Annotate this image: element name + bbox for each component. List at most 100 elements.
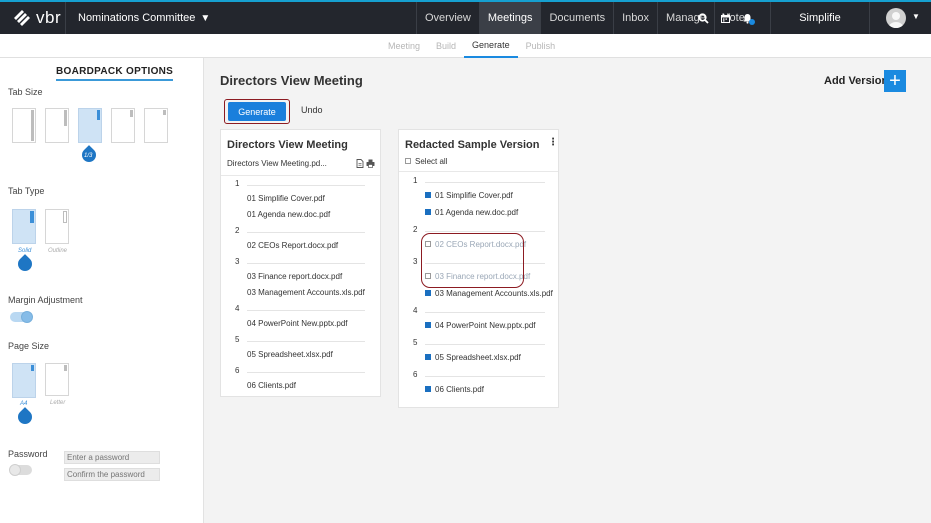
password-toggle[interactable] bbox=[9, 464, 32, 476]
page-size-a4-caption: A4 bbox=[20, 401, 28, 407]
password-label: Password bbox=[8, 449, 48, 459]
section-line bbox=[425, 182, 545, 183]
section-number: 5 bbox=[413, 338, 418, 347]
tab-size-fifth[interactable] bbox=[144, 108, 168, 143]
generate-button[interactable]: Generate bbox=[228, 102, 286, 121]
section-line bbox=[247, 232, 365, 233]
select-all-checkbox[interactable]: Select all bbox=[405, 157, 447, 166]
document-icon[interactable] bbox=[356, 159, 364, 170]
tab-publish[interactable]: Publish bbox=[518, 34, 564, 58]
card-title: Redacted Sample Version bbox=[405, 139, 540, 151]
section-line bbox=[425, 376, 545, 377]
tab-build[interactable]: Build bbox=[428, 34, 464, 58]
checkbox-icon bbox=[405, 157, 411, 164]
document-row[interactable]: 05 Spreadsheet.xlsx.pdf bbox=[425, 353, 521, 362]
document-row[interactable]: 03 Management Accounts.xls.pdf bbox=[425, 289, 553, 298]
section-line bbox=[247, 263, 365, 264]
checked-checkbox-icon[interactable] bbox=[425, 289, 431, 296]
checked-checkbox-icon[interactable] bbox=[425, 321, 431, 328]
add-version-label[interactable]: Add Version bbox=[824, 75, 888, 87]
document-name: 04 PowerPoint New.pptx.pdf bbox=[435, 321, 536, 330]
section-number: 3 bbox=[413, 257, 418, 266]
page-title: Directors View Meeting bbox=[220, 73, 363, 88]
section-number: 1 bbox=[235, 179, 240, 188]
chevron-down-icon: ▼ bbox=[200, 12, 211, 24]
tab-type-outline-caption: Outline bbox=[48, 248, 68, 254]
caret-down-icon[interactable]: ▼ bbox=[912, 12, 920, 21]
margin-label: Margin Adjustment bbox=[8, 295, 83, 305]
document-row[interactable]: 02 CEOs Report.docx.pdf bbox=[247, 241, 338, 250]
document-row[interactable]: 04 PowerPoint New.pptx.pdf bbox=[247, 319, 348, 328]
notification-dot bbox=[749, 19, 755, 25]
card-title: Directors View Meeting bbox=[227, 139, 348, 151]
document-row[interactable]: 04 PowerPoint New.pptx.pdf bbox=[425, 321, 536, 330]
section-number: 4 bbox=[413, 306, 418, 315]
card-divider bbox=[399, 171, 558, 172]
tab-size-third[interactable] bbox=[78, 108, 102, 143]
document-row[interactable]: 01 Simplifie Cover.pdf bbox=[247, 194, 325, 203]
section-number: 4 bbox=[235, 304, 240, 313]
tab-meeting[interactable]: Meeting bbox=[380, 34, 428, 58]
nav-documents[interactable]: Documents bbox=[540, 2, 613, 34]
password-input[interactable] bbox=[64, 451, 160, 464]
bell-icon[interactable] bbox=[736, 2, 758, 34]
document-row[interactable]: 01 Agenda new.doc.pdf bbox=[247, 210, 330, 219]
section-line bbox=[247, 185, 365, 186]
print-icon[interactable] bbox=[366, 159, 375, 170]
file-name[interactable]: Directors View Meeting.pd... bbox=[227, 159, 327, 168]
meeting-subnav: Meeting Build Generate Publish bbox=[0, 34, 931, 58]
user-name[interactable]: Simplifie bbox=[770, 2, 870, 34]
document-name: 01 Simplifie Cover.pdf bbox=[435, 191, 513, 200]
add-version-button[interactable]: + bbox=[884, 70, 906, 92]
document-name: 05 Spreadsheet.xlsx.pdf bbox=[435, 353, 521, 362]
section-number: 6 bbox=[413, 370, 418, 379]
tab-type-solid[interactable] bbox=[12, 209, 36, 244]
checked-checkbox-icon[interactable] bbox=[425, 385, 431, 392]
vbr-logo[interactable]: vbr bbox=[0, 2, 65, 34]
more-options-icon[interactable]: ⋮ bbox=[548, 138, 558, 148]
document-row[interactable]: 03 Management Accounts.xls.pdf bbox=[247, 288, 365, 297]
document-row[interactable]: 03 Finance report.docx.pdf bbox=[247, 272, 342, 281]
checked-checkbox-icon[interactable] bbox=[425, 208, 431, 215]
original-version-card: Directors View Meeting Directors View Me… bbox=[220, 129, 381, 397]
document-row[interactable]: 01 Simplifie Cover.pdf bbox=[425, 191, 513, 200]
page-size-indicator-icon bbox=[15, 407, 35, 427]
tab-size-label: Tab Size bbox=[8, 87, 43, 97]
avatar[interactable] bbox=[886, 8, 906, 28]
search-icon[interactable] bbox=[692, 2, 714, 34]
logo-text: vbr bbox=[36, 8, 62, 27]
tab-type-outline[interactable] bbox=[45, 209, 69, 244]
nav-inbox[interactable]: Inbox bbox=[613, 2, 657, 34]
page-size-a4[interactable] bbox=[12, 363, 36, 398]
tab-generate[interactable]: Generate bbox=[464, 34, 518, 58]
tab-size-full[interactable] bbox=[12, 108, 36, 143]
document-row[interactable]: 01 Agenda new.doc.pdf bbox=[425, 208, 518, 217]
checked-checkbox-icon[interactable] bbox=[425, 353, 431, 360]
committee-selector[interactable]: Nominations Committee ▼ bbox=[65, 2, 210, 34]
section-number: 1 bbox=[413, 176, 418, 185]
confirm-password-input[interactable] bbox=[64, 468, 160, 481]
checked-checkbox-icon[interactable] bbox=[425, 191, 431, 198]
calendar-icon[interactable] bbox=[714, 2, 736, 34]
nav-overview[interactable]: Overview bbox=[416, 2, 479, 34]
margin-toggle[interactable] bbox=[10, 311, 33, 323]
document-row[interactable]: 06 Clients.pdf bbox=[425, 385, 484, 394]
page-size-letter-caption: Letter bbox=[50, 400, 66, 406]
section-number: 5 bbox=[235, 335, 240, 344]
undo-button[interactable]: Undo bbox=[301, 105, 323, 115]
document-row[interactable]: 06 Clients.pdf bbox=[247, 381, 296, 390]
section-line bbox=[425, 312, 545, 313]
committee-name: Nominations Committee bbox=[78, 12, 196, 24]
section-line bbox=[247, 310, 365, 311]
tab-type-indicator-icon bbox=[15, 254, 35, 274]
boardpack-options-panel: BOARDPACK OPTIONS Tab Size 1/3 Tab Type … bbox=[0, 58, 204, 523]
document-row[interactable]: 05 Spreadsheet.xlsx.pdf bbox=[247, 350, 333, 359]
top-navbar: vbr Nominations Committee ▼ Overview Mee… bbox=[0, 0, 931, 34]
tab-size-half[interactable] bbox=[45, 108, 69, 143]
section-line bbox=[425, 231, 545, 232]
nav-meetings[interactable]: Meetings bbox=[478, 2, 541, 34]
section-number: 6 bbox=[235, 366, 240, 375]
page-size-letter[interactable] bbox=[45, 363, 69, 396]
section-number: 2 bbox=[413, 225, 418, 234]
tab-size-quarter[interactable] bbox=[111, 108, 135, 143]
